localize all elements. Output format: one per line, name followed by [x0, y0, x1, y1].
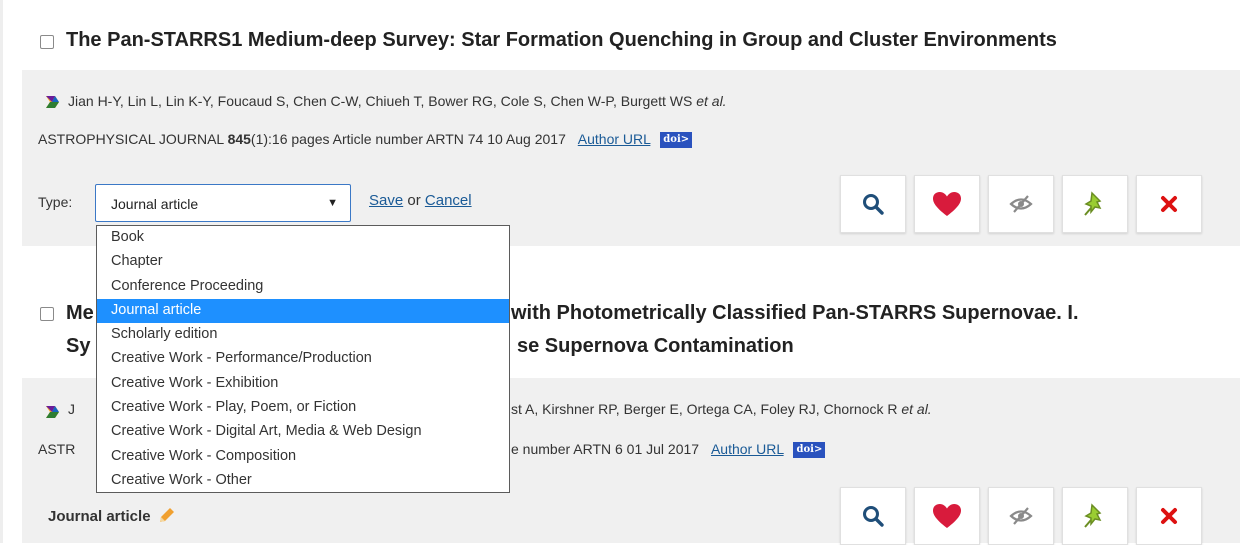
hide-button[interactable] — [988, 487, 1054, 545]
dropdown-option-selected[interactable]: Journal article — [97, 298, 509, 324]
select-publication-checkbox[interactable] — [40, 307, 54, 321]
publication-title-line-1-start[interactable]: Me — [66, 297, 94, 329]
search-button[interactable] — [840, 487, 906, 545]
authors-line-start: J — [68, 401, 75, 417]
journal-line-end: e number ARTN 6 01 Jul 2017 Author URL d… — [511, 441, 826, 459]
publication-title-line-1-end[interactable]: with Photometrically Classified Pan-STAR… — [511, 297, 1079, 329]
source-logo-icon — [46, 96, 59, 108]
et-al-text: et al. — [696, 93, 727, 109]
save-cancel-group: Save or Cancel — [369, 192, 472, 209]
delete-button[interactable] — [1136, 487, 1202, 545]
dropdown-option[interactable]: Creative Work - Digital Art, Media & Web… — [97, 420, 509, 444]
save-link[interactable]: Save — [369, 192, 403, 209]
publication-details-band — [22, 70, 1240, 170]
source-logo-icon — [46, 406, 59, 418]
author-url-link[interactable]: Author URL — [578, 131, 651, 147]
favorite-button[interactable] — [914, 487, 980, 545]
publication-title-line-2-start[interactable]: Sy — [66, 330, 90, 362]
delete-button[interactable] — [1136, 175, 1202, 233]
dropdown-option[interactable]: Creative Work - Play, Poem, or Fiction — [97, 396, 509, 420]
journal-volume: 845 — [227, 131, 251, 147]
dropdown-option[interactable]: Creative Work - Other — [97, 469, 509, 493]
hide-icon — [1009, 507, 1033, 525]
pin-icon — [1084, 503, 1102, 528]
select-publication-checkbox[interactable] — [40, 35, 54, 49]
close-icon — [1161, 196, 1177, 212]
dropdown-option[interactable]: Creative Work - Performance/Production — [97, 347, 509, 371]
doi-link[interactable]: doi> — [660, 132, 693, 149]
heart-icon — [933, 504, 961, 528]
doi-link[interactable]: doi> — [793, 442, 826, 459]
favorite-button[interactable] — [914, 175, 980, 233]
cancel-link[interactable]: Cancel — [425, 192, 472, 209]
dropdown-option[interactable]: Chapter — [97, 250, 509, 274]
search-icon — [863, 194, 884, 215]
left-rule — [0, 0, 3, 543]
publication-type-label[interactable]: Journal article — [48, 505, 177, 525]
edit-pencil-icon[interactable] — [157, 505, 177, 525]
journal-line-start: ASTR — [38, 441, 76, 457]
authors-text: st A, Kirshner RP, Berger E, Ortega CA, … — [511, 401, 898, 417]
chevron-down-icon: ▼ — [327, 197, 338, 209]
journal-details: (1):16 pages Article number ARTN 74 10 A… — [250, 131, 566, 147]
authors-line: Jian H-Y, Lin L, Lin K-Y, Foucaud S, Che… — [68, 93, 727, 109]
hide-icon — [1009, 195, 1033, 213]
publication-type-text: Journal article — [48, 508, 151, 525]
authors-text: Jian H-Y, Lin L, Lin K-Y, Foucaud S, Che… — [68, 93, 693, 109]
journal-line: ASTROPHYSICAL JOURNAL 845(1):16 pages Ar… — [38, 131, 693, 149]
publication-title-line-2-end[interactable]: se Supernova Contamination — [517, 330, 794, 362]
hide-button[interactable] — [988, 175, 1054, 233]
search-button[interactable] — [840, 175, 906, 233]
et-al-text: et al. — [901, 401, 932, 417]
type-select[interactable]: Journal article ▼ — [95, 184, 351, 222]
dropdown-option[interactable]: Scholarly edition — [97, 323, 509, 347]
journal-details: e number ARTN 6 01 Jul 2017 — [511, 441, 700, 457]
dropdown-option[interactable]: Conference Proceeding — [97, 275, 509, 299]
publication-title[interactable]: The Pan-STARRS1 Medium-deep Survey: Star… — [66, 24, 1057, 56]
dropdown-option[interactable]: Creative Work - Exhibition — [97, 372, 509, 396]
type-dropdown-list[interactable]: Book Chapter Conference Proceeding Journ… — [96, 225, 510, 493]
pin-button[interactable] — [1062, 175, 1128, 233]
or-text: or — [407, 192, 421, 209]
dropdown-option[interactable]: Creative Work - Composition — [97, 445, 509, 469]
close-icon — [1161, 508, 1177, 524]
search-icon — [863, 506, 884, 527]
authors-line-end: st A, Kirshner RP, Berger E, Ortega CA, … — [511, 401, 932, 417]
author-url-link[interactable]: Author URL — [711, 441, 784, 457]
heart-icon — [933, 192, 961, 216]
pin-button[interactable] — [1062, 487, 1128, 545]
type-label: Type: — [38, 194, 73, 210]
pin-icon — [1084, 191, 1102, 216]
type-select-value: Journal article — [111, 196, 199, 212]
journal-name: ASTROPHYSICAL JOURNAL — [38, 131, 224, 147]
dropdown-option[interactable]: Book — [97, 226, 509, 250]
